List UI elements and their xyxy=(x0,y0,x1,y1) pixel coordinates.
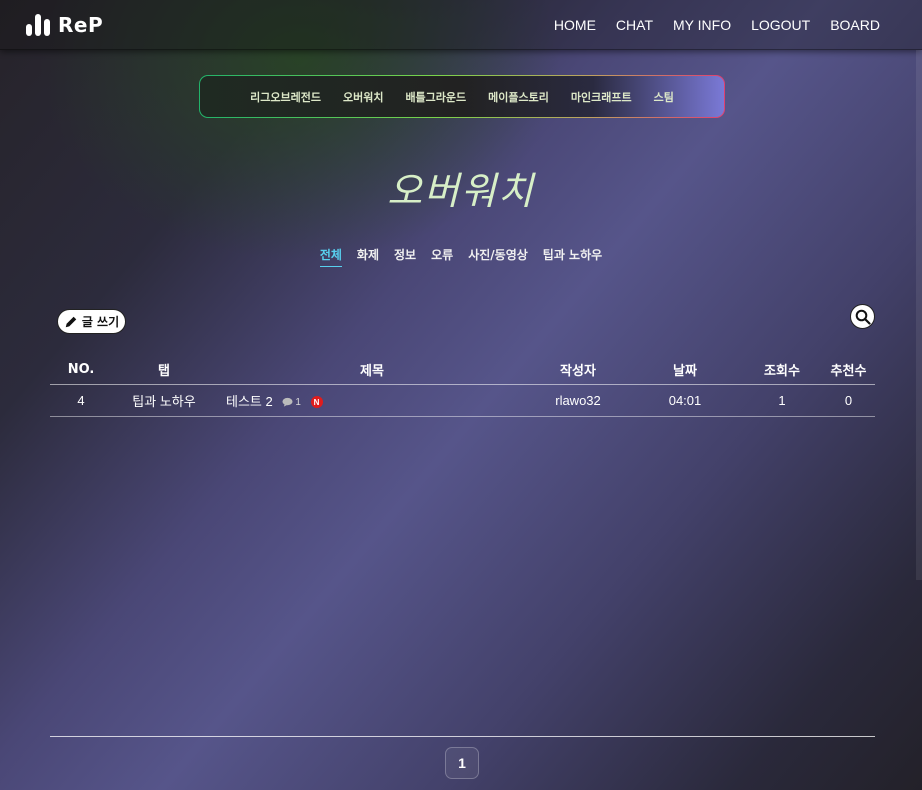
game-tab-minecraft[interactable]: 마인크래프트 xyxy=(571,89,632,105)
post-date: 04:01 xyxy=(628,384,742,417)
write-post-button[interactable]: 글 쓰기 xyxy=(57,309,126,334)
category-tab-info[interactable]: 정보 xyxy=(394,246,416,267)
game-tab-lol[interactable]: 리그오브레전드 xyxy=(250,89,321,105)
category-tab-media[interactable]: 사진/동영상 xyxy=(468,246,528,267)
logo[interactable]: ReP xyxy=(26,12,103,38)
game-tab-battlegrounds[interactable]: 배틀그라운드 xyxy=(405,89,466,105)
header-tab: 탭 xyxy=(112,355,216,385)
post-author: rlawo32 xyxy=(528,384,628,417)
header-date: 날짜 xyxy=(628,355,742,385)
page-button-current[interactable]: 1 xyxy=(445,747,479,779)
pencil-icon xyxy=(65,316,77,327)
table-row[interactable]: 4 팁과 노하우 테스트 2 1 N rlawo32 04:01 1 0 xyxy=(50,384,875,417)
header-likes: 추천수 xyxy=(822,355,875,385)
scrollbar[interactable] xyxy=(916,50,922,580)
page-title: 오버워치 xyxy=(387,169,535,213)
game-tab-overwatch[interactable]: 오버워치 xyxy=(343,89,383,105)
post-table: NO. 탭 제목 작성자 날짜 조회수 추천수 4 팁과 노하우 테스트 2 1 xyxy=(50,355,875,417)
comment-count-value: 1 xyxy=(295,396,301,408)
divider xyxy=(50,736,875,737)
logo-text: ReP xyxy=(58,13,104,37)
nav-home[interactable]: HOME xyxy=(554,17,596,33)
category-tab-tips[interactable]: 팁과 노하우 xyxy=(543,246,602,267)
post-title-cell[interactable]: 테스트 2 1 N xyxy=(216,384,528,417)
top-navbar: ReP HOME CHAT MY INFO LOGOUT BOARD xyxy=(0,0,922,50)
bar-chart-icon xyxy=(26,14,50,36)
nav-chat[interactable]: CHAT xyxy=(616,17,653,33)
table-header-row: NO. 탭 제목 작성자 날짜 조회수 추천수 xyxy=(50,355,875,385)
category-tab-error[interactable]: 오류 xyxy=(431,246,453,267)
category-tab-all[interactable]: 전체 xyxy=(319,246,342,267)
game-tabs: 리그오브레전드 오버워치 배틀그라운드 메이플스토리 마인크래프트 스팀 xyxy=(199,75,725,118)
header-views: 조회수 xyxy=(742,355,822,385)
header-title: 제목 xyxy=(216,355,528,385)
search-button[interactable] xyxy=(850,304,875,329)
nav-logout[interactable]: LOGOUT xyxy=(751,17,810,33)
nav-my-info[interactable]: MY INFO xyxy=(673,17,731,33)
main-nav: HOME CHAT MY INFO LOGOUT BOARD xyxy=(554,17,880,33)
category-tabs: 전체 화제 정보 오류 사진/동영상 팁과 노하우 xyxy=(0,246,922,267)
game-tab-steam[interactable]: 스팀 xyxy=(654,89,674,105)
game-tab-maplestory[interactable]: 메이플스토리 xyxy=(488,89,549,105)
new-badge: N xyxy=(310,396,323,409)
post-likes: 0 xyxy=(822,384,875,417)
nav-board[interactable]: BOARD xyxy=(830,17,880,33)
post-title[interactable]: 테스트 2 xyxy=(226,394,273,409)
comment-count: 1 xyxy=(282,397,301,408)
write-post-label: 글 쓰기 xyxy=(81,315,120,329)
post-no: 4 xyxy=(50,384,112,417)
comment-icon xyxy=(282,397,293,407)
search-icon xyxy=(855,309,871,325)
header-no: NO. xyxy=(50,355,112,385)
header-author: 작성자 xyxy=(528,355,628,385)
category-tab-hot[interactable]: 화제 xyxy=(357,246,379,267)
post-tab: 팁과 노하우 xyxy=(112,384,216,417)
post-views: 1 xyxy=(742,384,822,417)
